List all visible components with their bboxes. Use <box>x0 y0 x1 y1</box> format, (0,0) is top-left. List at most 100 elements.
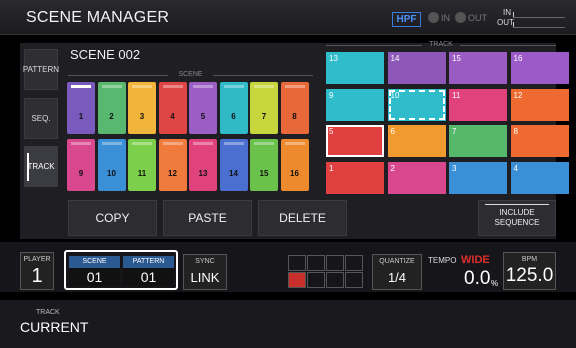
include-sequence-button[interactable]: INCLUDE SEQUENCE <box>478 200 556 236</box>
sequence-step <box>345 255 363 271</box>
scene-pad-indicator <box>162 142 183 145</box>
scene-pad-number: 6 <box>231 112 236 121</box>
tab-seq[interactable]: SEQ. <box>24 98 58 139</box>
pattern-selector-label: PATTERN <box>123 256 174 268</box>
track-pad[interactable]: 8 <box>510 125 569 157</box>
scene-pad[interactable]: 1 <box>67 82 95 134</box>
sequence-step <box>326 255 344 271</box>
scene-pad[interactable]: 9 <box>67 139 95 191</box>
scene-pad-indicator <box>284 142 305 145</box>
scene-pad[interactable]: 13 <box>189 139 217 191</box>
track-pad[interactable]: 4 <box>510 161 569 194</box>
sequence-step <box>288 272 306 288</box>
track-pad[interactable]: 2 <box>387 161 446 194</box>
scene-pad-number: 11 <box>137 169 147 178</box>
track-pad-number: 2 <box>390 163 395 173</box>
scene-pad[interactable]: 15 <box>250 139 278 191</box>
sequence-step <box>326 272 344 288</box>
quantize-box[interactable]: QUANTIZE 1/4 <box>372 254 422 290</box>
track-pad[interactable]: 7 <box>449 125 507 157</box>
bpm-box[interactable]: BPM 125.0 <box>503 252 556 290</box>
scene-pad[interactable]: 16 <box>280 139 309 191</box>
footer-label: TRACK <box>36 309 60 316</box>
scene-pad[interactable]: 5 <box>189 82 217 134</box>
sync-box[interactable]: SYNC LINK <box>183 254 227 290</box>
sequence-step <box>307 272 325 288</box>
scene-pad-number: 5 <box>200 112 206 121</box>
scene-pad[interactable]: 10 <box>97 139 126 191</box>
scene-pad-number: 12 <box>168 169 177 178</box>
track-pad-number: 12 <box>513 90 523 100</box>
scene-pad-indicator <box>223 85 244 88</box>
scene-pad[interactable]: 4 <box>158 82 187 134</box>
hpf-indicator[interactable]: HPF <box>392 12 421 27</box>
track-pad-number: 16 <box>513 54 523 63</box>
scene-pad[interactable]: 2 <box>97 82 126 134</box>
bpm-label: BPM <box>521 256 538 263</box>
scene-pad[interactable]: 8 <box>280 82 309 134</box>
tempo-mode[interactable]: WIDE <box>461 254 490 266</box>
main-panel: PATTERN SEQ. TRACK SCENE 002 SCENE TRACK… <box>20 41 569 239</box>
out-indicator: OUT <box>455 12 487 23</box>
copy-button[interactable]: COPY <box>68 200 157 236</box>
title-bar: SCENE MANAGER HPF IN OUT IN OUT <box>0 0 576 35</box>
scene-pad[interactable]: 6 <box>219 82 248 134</box>
track-pad[interactable]: 11 <box>449 88 507 121</box>
track-pad-number: 11 <box>452 90 461 100</box>
meter-out-bar <box>513 27 565 28</box>
meter-out-label: OUT <box>497 18 514 27</box>
quantize-value: 1/4 <box>387 270 407 285</box>
scene-pad-indicator <box>71 142 91 145</box>
track-pad[interactable]: 15 <box>449 52 507 84</box>
scene-group-label: SCENE <box>68 71 313 78</box>
scene-pad[interactable]: 3 <box>128 82 156 134</box>
scene-pattern-selector[interactable]: SCENE 01 PATTERN 01 <box>64 250 178 290</box>
track-pad[interactable]: 16 <box>510 52 569 84</box>
track-pad[interactable]: 6 <box>387 125 446 157</box>
scene-pad-number: 8 <box>292 112 297 121</box>
in-dot-icon <box>428 12 439 23</box>
tab-track[interactable]: TRACK <box>24 146 58 187</box>
player-box: PLAYER 1 <box>20 252 54 290</box>
scene-selector[interactable]: SCENE 01 <box>69 256 120 286</box>
track-pad-number: 14 <box>390 54 400 63</box>
sequence-step <box>288 255 306 271</box>
player-label: PLAYER <box>23 256 51 263</box>
tab-pattern[interactable]: PATTERN <box>23 49 59 90</box>
scene-pad-number: 16 <box>290 169 299 178</box>
scene-pad-indicator <box>132 142 152 145</box>
scene-pad-number: 2 <box>109 112 114 121</box>
scene-pad[interactable]: 14 <box>219 139 248 191</box>
sync-label: SYNC <box>195 258 215 265</box>
scene-pad-number: 4 <box>170 112 175 121</box>
footer: TRACK CURRENT <box>0 300 576 348</box>
out-dot-icon <box>455 12 466 23</box>
track-pad-number: 8 <box>513 127 518 136</box>
scene-pad[interactable]: 12 <box>158 139 187 191</box>
level-meter: IN OUT <box>497 8 565 30</box>
out-label: OUT <box>468 12 487 23</box>
scene-pad-number: 1 <box>78 112 84 121</box>
pattern-selector[interactable]: PATTERN 01 <box>123 256 174 286</box>
sync-value: LINK <box>190 270 220 285</box>
scene-pad-indicator <box>162 85 183 88</box>
delete-button[interactable]: DELETE <box>258 200 347 236</box>
track-pad[interactable]: 10 <box>387 88 446 121</box>
quantize-label: QUANTIZE <box>379 258 415 265</box>
scene-pad[interactable]: 7 <box>250 82 278 134</box>
scene-pad[interactable]: 11 <box>128 139 156 191</box>
track-pad[interactable]: 5 <box>326 125 384 157</box>
paste-button[interactable]: PASTE <box>163 200 252 236</box>
track-pad[interactable]: 3 <box>449 161 507 194</box>
track-pad-number: 15 <box>452 54 461 63</box>
track-pad[interactable]: 1 <box>326 161 384 194</box>
track-pad[interactable]: 14 <box>387 52 446 84</box>
scene-selector-label: SCENE <box>69 256 120 268</box>
track-pad[interactable]: 12 <box>510 88 569 121</box>
sequence-step <box>307 255 325 271</box>
track-pad[interactable]: 13 <box>326 52 384 84</box>
track-pad-number: 6 <box>390 127 395 136</box>
track-pad[interactable]: 9 <box>326 88 384 121</box>
track-pad-number: 5 <box>329 127 334 136</box>
scene-pad-indicator <box>223 142 244 145</box>
